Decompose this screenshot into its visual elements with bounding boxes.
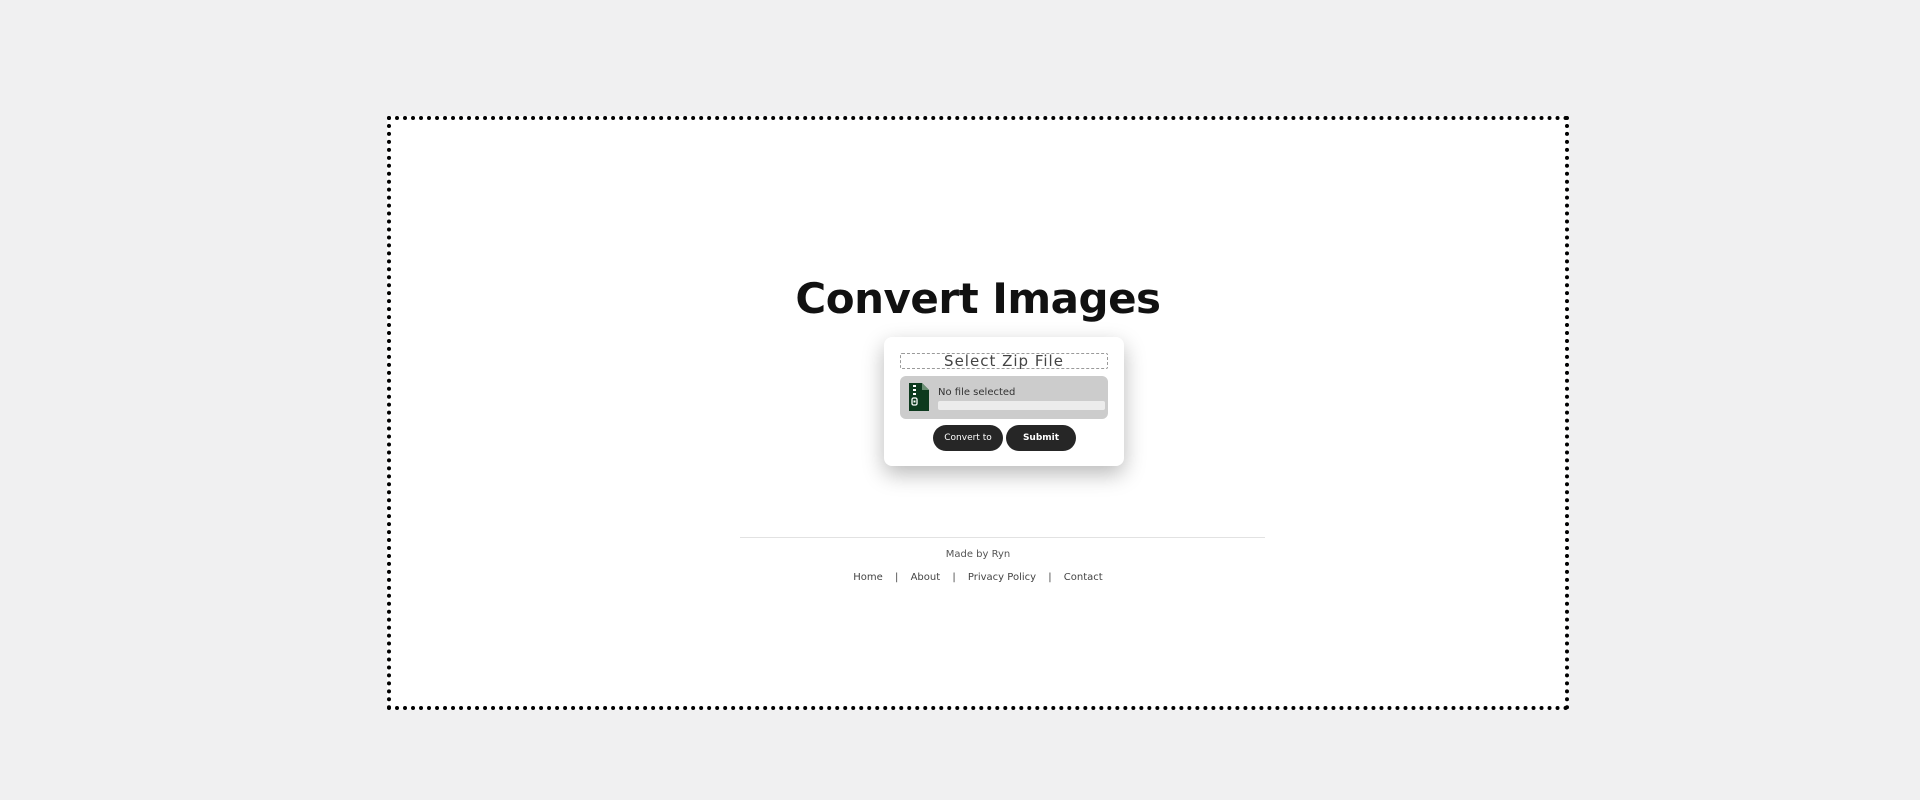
footer-nav: Home | About | Privacy Policy | Contact	[391, 572, 1565, 583]
submit-button[interactable]: Submit	[1006, 425, 1076, 451]
zip-file-icon	[909, 383, 929, 411]
footer-link-about[interactable]: About	[911, 572, 941, 583]
main-panel: Convert Images Select Zip File No file s…	[387, 116, 1569, 710]
file-input-dropzone[interactable]: No file selected	[900, 376, 1108, 419]
convert-to-button[interactable]: Convert to	[933, 425, 1003, 451]
select-zip-file-label[interactable]: Select Zip File	[900, 353, 1108, 369]
upload-progress-bar	[938, 401, 1105, 410]
footer-separator: |	[952, 572, 956, 583]
footer-separator: |	[895, 572, 899, 583]
page-title: Convert Images	[795, 274, 1161, 323]
footer-separator: |	[1048, 572, 1052, 583]
footer-divider	[740, 537, 1265, 538]
footer-link-home[interactable]: Home	[853, 572, 883, 583]
file-status-text: No file selected	[938, 387, 1016, 398]
footer-link-privacy-policy[interactable]: Privacy Policy	[968, 572, 1036, 583]
made-by-credit: Made by Ryn	[945, 549, 1011, 560]
upload-card: Select Zip File No file selected Convert…	[884, 337, 1124, 466]
footer-link-contact[interactable]: Contact	[1064, 572, 1103, 583]
